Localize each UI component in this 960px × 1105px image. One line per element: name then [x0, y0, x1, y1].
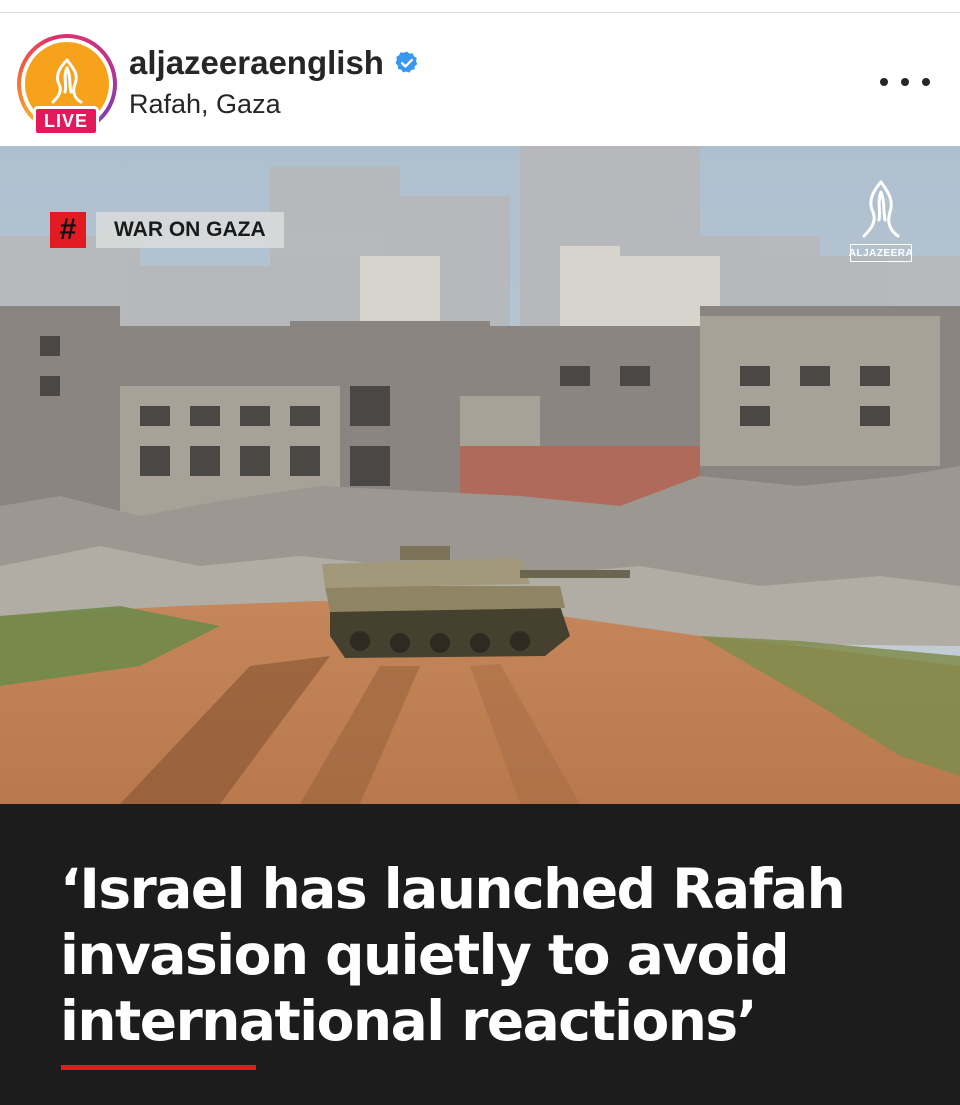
accent-underline	[61, 1065, 256, 1070]
post-location[interactable]: Rafah, Gaza	[129, 89, 281, 120]
headline-panel: ‘Israel has launched Rafah invasion quie…	[0, 804, 960, 1105]
more-horizontal-icon	[880, 78, 888, 86]
post-header: LIVE aljazeeraenglish Rafah, Gaza	[0, 13, 960, 146]
aljazeera-logo-icon	[51, 58, 83, 104]
hashtag-icon: #	[50, 212, 86, 248]
category-tag: # WAR ON GAZA	[50, 212, 284, 248]
headline-text: ‘Israel has launched Rafah invasion quie…	[60, 857, 846, 1053]
category-label: WAR ON GAZA	[96, 212, 284, 248]
logo-caption: ALJAZEERA	[849, 244, 913, 262]
verified-badge-icon	[395, 51, 418, 73]
live-badge[interactable]: LIVE	[33, 106, 99, 136]
more-options-button[interactable]	[880, 67, 930, 97]
username[interactable]: aljazeeraenglish	[129, 44, 384, 82]
aljazeera-logo-icon	[862, 180, 900, 238]
watermark-logo: ALJAZEERA	[844, 178, 918, 266]
